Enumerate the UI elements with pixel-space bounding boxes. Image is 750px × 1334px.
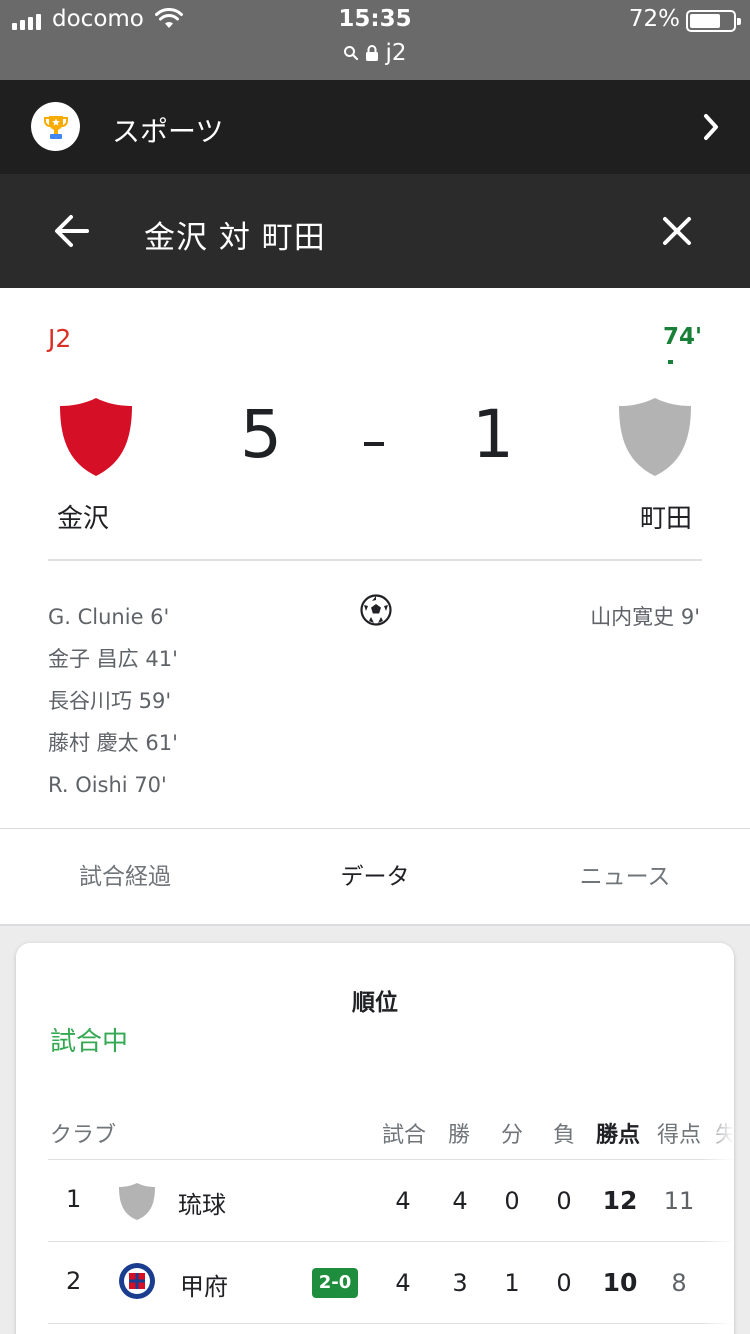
header-drawn: 分 [501,1123,524,1148]
scorer-item: 金子 昌広 41' [48,647,178,671]
divider [48,559,702,561]
row-club: 甲府 [180,1273,228,1301]
row-rank: 2 [66,1267,82,1295]
home-team-crest[interactable] [58,396,134,478]
row-lost: 0 [556,1269,572,1297]
row-won: 4 [452,1187,468,1215]
row-goals-for: 11 [663,1187,695,1215]
sports-label: スポーツ [112,115,224,148]
tab-news[interactable]: ニュース [500,829,750,924]
row-divider [48,1241,734,1242]
row-divider [48,1323,734,1324]
row-points: 10 [602,1268,638,1297]
scorer-item: G. Clunie 6' [48,605,170,629]
row-points: 12 [602,1186,638,1215]
away-team-name[interactable]: 町田 [640,498,692,535]
home-scorers: G. Clunie 6' 金子 昌広 41' 長谷川巧 59' 藤村 慶太 61… [48,596,178,806]
sports-bar[interactable]: スポーツ [0,80,750,174]
page-title: 金沢 対 町田 [144,220,326,256]
row-played: 4 [395,1187,411,1215]
status-bar: docomo 15:35 72% j2 [0,0,750,80]
arrow-back-icon[interactable] [54,214,90,248]
row-rank: 1 [66,1185,82,1213]
header-club: クラブ [50,1123,117,1148]
match-card: J2 74' 5 1 金沢 町田 G. Clunie 6' 金子 昌広 41' … [0,288,750,828]
header-won: 勝 [448,1123,471,1148]
league-label[interactable]: J2 [48,324,71,353]
live-score-badge: 2-0 [312,1268,358,1298]
scorer-item: 長谷川巧 59' [48,689,172,713]
row-drawn: 1 [504,1269,520,1297]
url-text: j2 [385,40,407,66]
row-won: 3 [452,1269,468,1297]
row-played: 4 [395,1269,411,1297]
row-goals-for: 8 [671,1269,687,1297]
header-played: 試合 [382,1123,427,1148]
header-goals-for: 得点 [657,1123,702,1148]
club-crest [119,1263,155,1299]
close-icon[interactable] [662,216,692,246]
away-score: 1 [472,396,514,473]
match-tabs: 試合経過 データ ニュース [0,828,750,926]
club-crest [119,1183,155,1220]
header-points: 勝点 [596,1123,641,1148]
away-scorers: 山内寛史 9' [590,596,700,638]
lock-icon [366,45,379,61]
scorer-item: R. Oishi 70' [48,773,167,797]
standings-card: 順位 試合中 クラブ 試合 勝 分 負 勝点 得点 失 1 琉球 4 4 0 0… [16,943,734,1334]
soccer-ball-icon [360,594,392,626]
tab-timeline[interactable]: 試合経過 [0,829,250,924]
battery-percentage: 72% [628,6,680,32]
row-club: 琉球 [178,1191,226,1219]
score-separator [364,442,384,446]
scorer-item: 山内寛史 9' [590,605,700,629]
row-divider [48,1159,734,1160]
home-score: 5 [240,396,282,473]
header-lost: 負 [553,1123,576,1148]
standings-title: 順位 [352,990,398,1016]
trophy-icon [31,102,80,151]
chevron-right-icon[interactable] [702,112,722,142]
match-minute: 74' [662,324,702,350]
away-team-crest[interactable] [617,396,693,478]
scorer-item: 藤村 慶太 61' [48,731,178,755]
battery-icon [686,10,741,32]
scroll-fade [700,1103,734,1334]
row-drawn: 0 [504,1187,520,1215]
address-bar[interactable]: j2 [0,40,750,66]
search-title-bar: 金沢 対 町田 [0,174,750,288]
tab-data[interactable]: データ [250,829,500,924]
row-lost: 0 [556,1187,572,1215]
home-team-name[interactable]: 金沢 [57,498,109,535]
live-status: 試合中 [50,1027,129,1057]
live-indicator [668,360,673,364]
search-icon [344,46,359,61]
